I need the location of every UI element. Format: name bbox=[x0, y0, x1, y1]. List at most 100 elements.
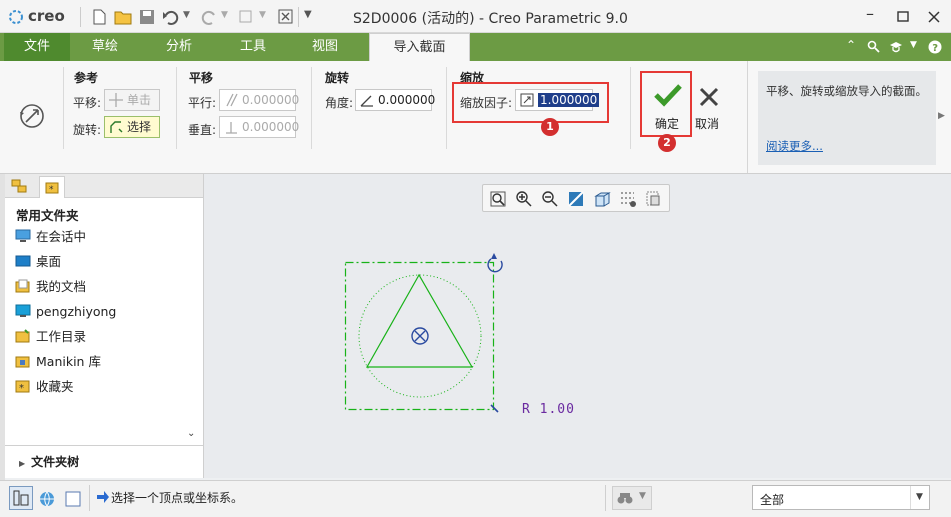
folder-working-directory[interactable]: 工作目录 bbox=[15, 327, 86, 347]
cancel-x-icon bbox=[699, 87, 719, 107]
qat-customize-icon[interactable]: ▼ bbox=[304, 9, 312, 20]
folder-label: Manikin 库 bbox=[36, 354, 101, 369]
help-expand-icon[interactable]: ▶ bbox=[938, 111, 945, 121]
learning-icon[interactable] bbox=[889, 40, 903, 53]
folder-browser: * 常用文件夹 在会话中 桌面 我的文档 pengzhiyong 工作目录 Ma… bbox=[5, 174, 204, 478]
ribbon-panel: 参考 平移: 单击 旋转: 选择 平移 平行: 0.000000 垂直: 0.0… bbox=[0, 61, 951, 174]
folder-label: 收藏夹 bbox=[36, 379, 74, 394]
expand-more-icon[interactable]: ⌄ bbox=[187, 428, 195, 439]
cancel-button[interactable]: 取消 bbox=[694, 75, 724, 135]
datum-display-icon[interactable] bbox=[619, 190, 637, 208]
tab-analysis[interactable]: 分析 bbox=[140, 33, 218, 61]
graphics-window[interactable]: R 1.00 bbox=[204, 174, 951, 478]
minimize-button[interactable]: – bbox=[866, 4, 874, 23]
graphics-toolbar bbox=[482, 184, 670, 212]
svg-text:*: * bbox=[49, 185, 54, 194]
display-style-icon[interactable] bbox=[593, 190, 611, 208]
angle-label: 角度: bbox=[325, 96, 354, 110]
selection-filter-value: 全部 bbox=[760, 493, 785, 507]
help-icon[interactable]: ? bbox=[928, 40, 942, 54]
zoom-in-icon[interactable] bbox=[515, 190, 533, 208]
folder-desktop[interactable]: 桌面 bbox=[15, 252, 61, 272]
status-divider-2 bbox=[605, 485, 606, 511]
svg-text:*: * bbox=[19, 383, 24, 393]
navigator-toggle-button[interactable] bbox=[9, 486, 33, 510]
tab-file[interactable]: 文件 bbox=[4, 33, 70, 61]
navigator-icon bbox=[13, 490, 29, 506]
parallel-input[interactable]: 0.000000 bbox=[219, 89, 299, 111]
collapse-ribbon-icon[interactable]: ⌃ bbox=[846, 38, 856, 52]
redo-dropdown-icon[interactable]: ▼ bbox=[221, 10, 228, 20]
find-dropdown-icon[interactable]: ▼ bbox=[639, 491, 646, 501]
working-dir-icon bbox=[15, 329, 30, 343]
undo-icon[interactable] bbox=[162, 9, 180, 25]
model-tree-tab-icon[interactable] bbox=[11, 178, 29, 194]
help-text: 平移、旋转或缩放导入的截面。 bbox=[766, 84, 927, 98]
folder-label: 工作目录 bbox=[36, 329, 87, 344]
move-cross-icon bbox=[109, 93, 123, 107]
radius-dimension: R 1.00 bbox=[522, 402, 575, 417]
chevron-down-icon[interactable]: ▼ bbox=[916, 492, 923, 502]
folder-my-documents[interactable]: 我的文档 bbox=[15, 277, 86, 297]
options-dropdown-icon[interactable]: ▼ bbox=[910, 40, 917, 50]
folder-tab[interactable]: * bbox=[39, 176, 65, 198]
redo-icon[interactable] bbox=[200, 9, 218, 25]
refit-icon[interactable] bbox=[489, 190, 507, 208]
expand-arrow-icon: ▶ bbox=[19, 459, 26, 468]
folder-in-session[interactable]: 在会话中 bbox=[15, 227, 86, 247]
find-button[interactable]: ▼ bbox=[612, 486, 652, 510]
center-point-icon[interactable] bbox=[411, 327, 429, 345]
rotate-collector[interactable]: 选择 bbox=[104, 116, 160, 138]
sketcher-display-icon[interactable] bbox=[645, 190, 663, 208]
save-icon[interactable] bbox=[139, 9, 155, 25]
tab-view[interactable]: 视图 bbox=[288, 33, 362, 61]
read-more-link[interactable]: 阅读更多... bbox=[766, 138, 823, 154]
translate-value: 单击 bbox=[127, 93, 152, 107]
tab-sketch[interactable]: 草绘 bbox=[70, 33, 140, 61]
panel-divider bbox=[5, 445, 203, 446]
help-divider bbox=[747, 61, 748, 173]
status-message: 选择一个顶点或坐标系。 bbox=[111, 491, 244, 505]
triangle-sketch bbox=[365, 273, 474, 368]
folder-favorites[interactable]: * 收藏夹 bbox=[15, 377, 74, 397]
angle-input[interactable]: 0.000000 bbox=[355, 89, 435, 111]
fullscreen-icon[interactable] bbox=[64, 490, 82, 508]
perpendicular-input[interactable]: 0.000000 bbox=[219, 116, 299, 138]
message-arrow-icon bbox=[97, 491, 109, 503]
regen-dropdown-icon[interactable]: ▼ bbox=[259, 10, 266, 20]
rotate-move-icon[interactable] bbox=[17, 101, 47, 131]
perpendicular-icon bbox=[226, 122, 237, 134]
common-folders-heading: 常用文件夹 bbox=[16, 208, 79, 223]
dropdown-divider bbox=[910, 486, 911, 509]
favorites-folder-icon: * bbox=[45, 182, 59, 194]
folder-tree-toggle[interactable]: ▶ 文件夹树 bbox=[19, 453, 79, 470]
binoculars-icon bbox=[617, 493, 633, 504]
repaint-icon[interactable] bbox=[567, 190, 585, 208]
regenerate-icon[interactable] bbox=[238, 9, 254, 25]
sketch-canvas[interactable] bbox=[204, 174, 951, 478]
move-group-title: 平移 bbox=[189, 71, 214, 85]
annotation-badge-2: 2 bbox=[658, 134, 676, 152]
window-title: S2D0006 (活动的) - Creo Parametric 9.0 bbox=[353, 11, 628, 27]
close-button[interactable] bbox=[928, 11, 940, 23]
maximize-button[interactable] bbox=[897, 11, 909, 22]
navigator-tabbar bbox=[5, 174, 203, 198]
tab-tools[interactable]: 工具 bbox=[218, 33, 288, 61]
close-window-icon[interactable] bbox=[278, 9, 294, 25]
folder-manikin-library[interactable]: Manikin 库 bbox=[15, 352, 101, 372]
search-icon[interactable] bbox=[867, 40, 880, 53]
selection-filter-dropdown[interactable]: 全部 ▼ bbox=[752, 485, 930, 510]
undo-dropdown-icon[interactable]: ▼ bbox=[183, 10, 190, 20]
translate-collector[interactable]: 单击 bbox=[104, 89, 160, 111]
folder-label: 在会话中 bbox=[36, 229, 87, 244]
new-file-icon[interactable] bbox=[92, 9, 106, 25]
computer-icon bbox=[15, 304, 31, 317]
scale-handle[interactable] bbox=[490, 404, 499, 413]
zoom-out-icon[interactable] bbox=[541, 190, 559, 208]
open-folder-icon[interactable] bbox=[114, 9, 132, 25]
folder-user[interactable]: pengzhiyong bbox=[15, 302, 116, 322]
folder-tree-label: 文件夹树 bbox=[31, 455, 80, 469]
browser-icon[interactable] bbox=[38, 490, 56, 508]
library-folder-icon bbox=[15, 356, 30, 368]
tab-import-section[interactable]: 导入截面 bbox=[369, 33, 470, 62]
